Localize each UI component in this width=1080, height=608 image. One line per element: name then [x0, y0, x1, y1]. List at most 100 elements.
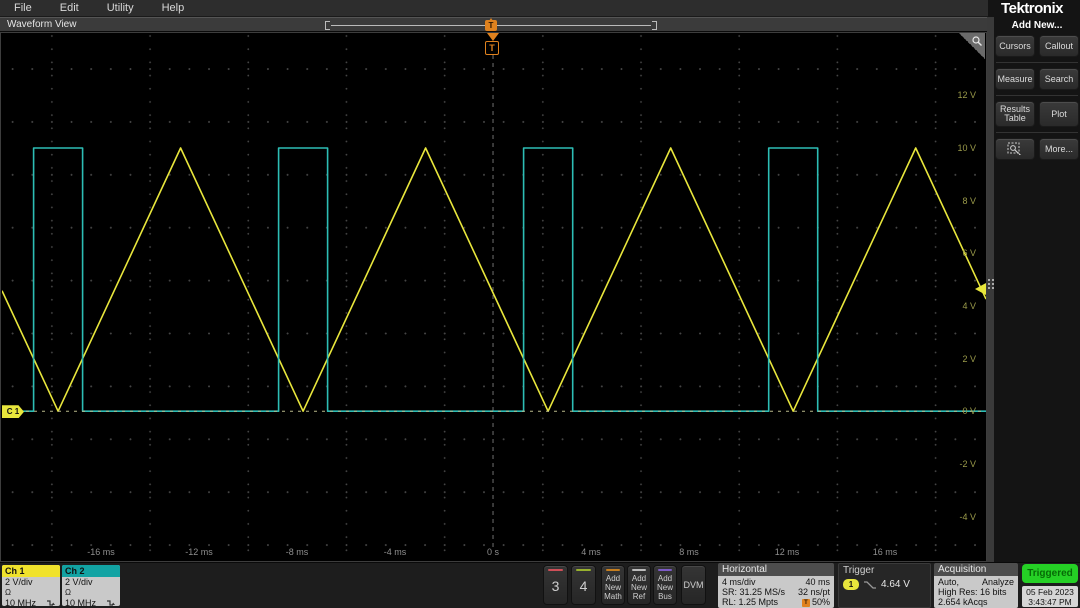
panel-separator [996, 95, 1078, 96]
volt-axis-label: 10 V [957, 143, 976, 153]
volt-axis-label: 2 V [962, 354, 976, 364]
trigger-title: Trigger [839, 564, 930, 577]
coupling-impedance-icon: Ω [5, 588, 11, 597]
menu-help[interactable]: Help [148, 2, 199, 14]
sample-rate: SR: 31.25 MS/s [722, 587, 785, 597]
trigger-level-value: 4.64 V [881, 579, 910, 590]
zoom-corner-control[interactable] [959, 33, 985, 59]
volt-axis-label: -4 V [959, 512, 976, 522]
measure-button[interactable]: Measure [995, 68, 1035, 90]
menu-utility[interactable]: Utility [93, 2, 148, 14]
dvm-button[interactable]: DVM [681, 565, 706, 605]
math-color-bar [606, 569, 620, 571]
trigger-status-indicator[interactable]: Triggered [1022, 564, 1078, 583]
bandwidth-limit-icon [47, 599, 55, 606]
horizontal-overview-slider[interactable]: T [325, 21, 657, 30]
time-axis-label: -4 ms [384, 547, 407, 557]
date-value: 05 Feb 2023 [1022, 587, 1078, 597]
area-zoom-icon [1007, 142, 1023, 156]
overview-left-bracket[interactable] [325, 21, 330, 30]
plot-button[interactable]: Plot [1039, 101, 1079, 127]
time-axis-label: 8 ms [679, 547, 699, 557]
horizontal-title: Horizontal [718, 563, 834, 576]
horizontal-window: 40 ms [805, 577, 830, 587]
overview-right-bracket[interactable] [652, 21, 657, 30]
tektronix-logo: Tektronix [988, 0, 1076, 17]
channel-2-name: Ch 2 [62, 565, 120, 577]
add-new-math-button[interactable]: Add New Math [601, 565, 625, 605]
search-button[interactable]: Search [1039, 68, 1079, 90]
volt-axis-label: 0 V [962, 406, 976, 416]
overview-trigger-marker[interactable]: T [485, 20, 497, 31]
channel-4-label: 4 [572, 578, 595, 594]
trace-ch-2 [2, 148, 986, 411]
graticule[interactable]: 12 V10 V8 V6 V4 V2 V0 V-2 V-4 V-16 ms-12… [2, 33, 986, 561]
magnifier-icon [971, 35, 983, 47]
oscilloscope-app: File Edit Utility Help Tektronix Wavefor… [0, 0, 1080, 608]
trigger-position-handle[interactable]: T [485, 41, 499, 55]
channel-3-label: 3 [544, 578, 567, 594]
channel-1-bandwidth: 10 MHz [5, 598, 36, 606]
menu-bar: File Edit Utility Help [0, 0, 988, 17]
trace-ch-1 [2, 148, 986, 411]
volt-axis-label: -2 V [959, 459, 976, 469]
add-new-bus-button[interactable]: Add New Bus [653, 565, 677, 605]
trigger-position: T50% [802, 597, 830, 607]
channel-1-badge[interactable]: Ch 1 2 V/div Ω 10 MHz [2, 565, 60, 606]
add-new-panel: Add New... Cursors Callout Measure Searc… [994, 17, 1080, 562]
waveform-view-title: Waveform View [7, 19, 76, 30]
bandwidth-limit-icon [107, 599, 115, 606]
channel-2-bandwidth: 10 MHz [65, 598, 96, 606]
channel-2-scale: 2 V/div [62, 577, 120, 587]
menu-file[interactable]: File [0, 2, 46, 14]
channel-1-scale: 2 V/div [2, 577, 60, 587]
bus-color-bar [658, 569, 672, 571]
trigger-badge[interactable]: Trigger 1 4.64 V [838, 563, 931, 608]
waveform-plot-area[interactable]: 12 V10 V8 V6 V4 V2 V0 V-2 V-4 V-16 ms-12… [0, 32, 987, 562]
falling-edge-icon [863, 580, 877, 590]
acquisition-badge[interactable]: Acquisition Auto, Analyze High Res: 16 b… [934, 563, 1018, 608]
trigger-position-arrow-icon[interactable] [487, 33, 499, 41]
volt-axis-label: 8 V [962, 196, 976, 206]
waveform-traces [2, 33, 986, 561]
channel-4-color-bar [576, 569, 591, 571]
channel-3-button[interactable]: 3 [543, 565, 568, 605]
volt-axis-label: 12 V [957, 90, 976, 100]
acquisition-title: Acquisition [934, 563, 1018, 576]
time-axis-label: 16 ms [873, 547, 898, 557]
panel-separator [996, 132, 1078, 133]
area-zoom-button[interactable] [995, 138, 1035, 160]
add-ref-label: Add New Ref [628, 574, 650, 601]
sample-resolution: 32 ns/pt [798, 587, 830, 597]
channel-2-badge[interactable]: Ch 2 2 V/div Ω 10 MHz [62, 565, 120, 606]
add-new-ref-button[interactable]: Add New Ref [627, 565, 651, 605]
add-bus-label: Add New Bus [654, 574, 676, 601]
add-math-label: Add New Math [602, 574, 624, 601]
horizontal-scale: 4 ms/div [722, 577, 756, 587]
time-axis-label: 12 ms [775, 547, 800, 557]
channel-4-button[interactable]: 4 [571, 565, 596, 605]
ref-color-bar [632, 569, 646, 571]
more-button[interactable]: More... [1039, 138, 1079, 160]
status-bar: Ch 1 2 V/div Ω 10 MHz Ch 2 2 V/div Ω 10 … [0, 562, 1080, 608]
acquisition-analyze: Analyze [982, 577, 1014, 587]
channel-3-color-bar [548, 569, 563, 571]
coupling-impedance-icon: Ω [65, 588, 71, 597]
panel-separator [996, 62, 1078, 63]
trigger-position-icon: T [802, 599, 810, 607]
time-axis-label: 0 s [487, 547, 499, 557]
add-new-title: Add New... [994, 20, 1080, 31]
volt-axis-label: 4 V [962, 301, 976, 311]
menu-edit[interactable]: Edit [46, 2, 93, 14]
trigger-level-arrow[interactable] [975, 283, 986, 295]
cursors-button[interactable]: Cursors [995, 35, 1035, 57]
time-axis-label: -16 ms [87, 547, 115, 557]
results-table-button[interactable]: Results Table [995, 101, 1035, 127]
time-axis-label: -8 ms [286, 547, 309, 557]
channel-1-name: Ch 1 [2, 565, 60, 577]
panel-splitter[interactable] [987, 17, 994, 562]
record-length: RL: 1.25 Mpts [722, 597, 778, 607]
callout-button[interactable]: Callout [1039, 35, 1079, 57]
horizontal-badge[interactable]: Horizontal 4 ms/div 40 ms SR: 31.25 MS/s… [718, 563, 834, 608]
acquisition-count: 2.654 kAcqs [938, 597, 988, 607]
